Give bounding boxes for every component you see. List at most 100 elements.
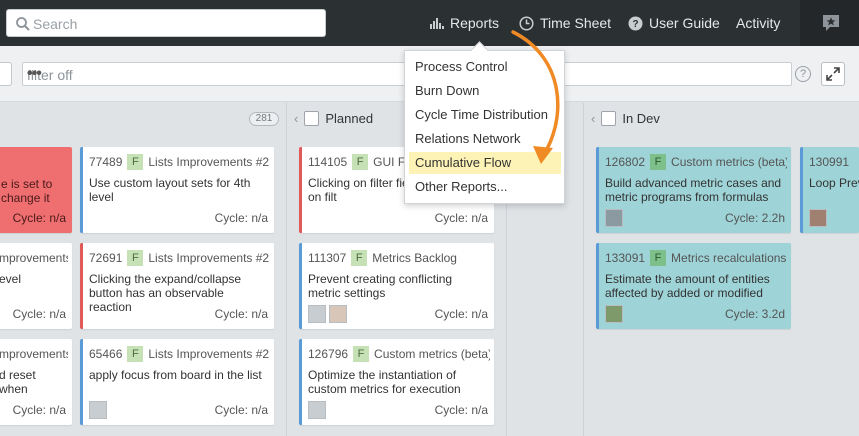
card-id: 130991	[809, 155, 850, 169]
column-select-checkbox[interactable]	[601, 110, 617, 126]
feature-badge: F	[352, 154, 369, 170]
card[interactable]: 133091 F Metrics recalculations i Estima…	[596, 243, 791, 329]
card-feature: Lists Improvements #2 (	[148, 347, 270, 361]
card-header: 72691 F Lists Improvements #2 (	[89, 250, 270, 266]
card-id: 114105	[308, 155, 348, 169]
column-header-indev[interactable]: ‹ In Dev	[591, 103, 660, 133]
avatar	[809, 209, 827, 227]
feature-badge: F	[650, 250, 667, 266]
avatar	[605, 209, 623, 227]
card-id: 133091	[605, 251, 646, 265]
star-chat-icon	[823, 15, 839, 31]
annotation-arrow-icon	[511, 30, 560, 164]
nav-reports[interactable]: Reports	[430, 14, 499, 32]
card-cycle: Cycle: n/a	[214, 211, 268, 225]
search-icon	[16, 17, 30, 31]
chevron-left-icon[interactable]: ‹	[294, 111, 298, 126]
card-header: 77489 F Lists Improvements #2 (	[89, 154, 270, 170]
card-header: mprovements #2 (	[0, 346, 68, 362]
feature-badge: F	[650, 154, 667, 170]
card-title: Optimize the instantiation of custom met…	[308, 368, 461, 396]
column-select-checkbox[interactable]	[304, 110, 320, 126]
card-feature: Lists Improvements #2 (	[148, 251, 270, 265]
card-feature: Metrics Backlog	[372, 251, 457, 265]
card-title: d reset when	[0, 368, 36, 396]
card[interactable]: 126802 F Custom metrics (beta) Build adv…	[596, 147, 791, 233]
card-cycle: Cycle: n/a	[12, 307, 66, 321]
column-title: Planned	[325, 110, 374, 126]
bar-chart-icon	[430, 18, 444, 29]
card[interactable]: 111307 F Metrics Backlog Prevent creatin…	[299, 243, 494, 329]
avatar	[329, 305, 347, 323]
card[interactable]: 65466 F Lists Improvements #2 ( apply fo…	[80, 339, 274, 425]
expand-icon	[826, 67, 840, 81]
card-header: 126796 F Custom metrics (beta)	[308, 346, 490, 362]
card-cycle: Cycle: 2.2h	[724, 211, 785, 225]
card[interactable]: 126796 F Custom metrics (beta) Optimize …	[299, 339, 494, 425]
card-feature: Metrics recalculations i	[671, 251, 787, 265]
nav-activity-label: Activity	[736, 15, 781, 31]
card[interactable]: 72691 F Lists Improvements #2 ( Clicking…	[80, 243, 274, 329]
card-header: 65466 F Lists Improvements #2 (	[89, 346, 270, 362]
card-header: 126802 F Custom metrics (beta)	[605, 154, 787, 170]
card-feature: Lists Improvements #2 (	[148, 155, 270, 169]
card-cycle: Cycle: n/a	[12, 211, 66, 225]
card-cycle: Cycle: 3.2d	[724, 307, 785, 321]
card[interactable]: 77489 F Lists Improvements #2 ( Use cust…	[80, 147, 274, 233]
notifications-button[interactable]	[800, 0, 859, 46]
card-feature: mprovements #2 (	[0, 347, 68, 361]
card-cycle: Cycle: n/a	[12, 403, 66, 417]
card[interactable]: mprovements #2 ( evel Cycle: n/a	[0, 243, 72, 329]
nav-userguide[interactable]: ? User Guide	[628, 14, 720, 32]
card-id: 72691	[89, 251, 123, 265]
avatar	[89, 401, 107, 419]
search-box[interactable]	[6, 9, 326, 37]
card-feature: GUI Fi	[373, 155, 408, 169]
chevron-left-icon[interactable]: ‹	[591, 111, 595, 126]
fullscreen-button[interactable]	[821, 62, 845, 86]
column-header-planned[interactable]: ‹ Planned	[294, 103, 373, 133]
card-title: evel	[0, 272, 22, 286]
card-id: 126802	[605, 155, 646, 169]
feature-badge: F	[127, 154, 144, 170]
feature-badge: F	[353, 346, 370, 362]
feature-badge: F	[351, 250, 368, 266]
feature-badge: F	[127, 250, 144, 266]
card-cycle: Cycle: n/a	[214, 403, 268, 417]
column-title: In Dev	[622, 110, 660, 126]
card-cycle: Cycle: n/a	[434, 211, 488, 225]
nav-userguide-label: User Guide	[649, 15, 720, 31]
menu-item-other-reports[interactable]: Other Reports...	[409, 176, 561, 198]
column-divider	[286, 103, 287, 436]
help-circle-icon: ?	[628, 16, 643, 30]
card-id: 111307	[308, 251, 347, 265]
avatar	[308, 305, 326, 323]
card-id: 126796	[308, 347, 349, 361]
card-cycle: Cycle: n/a	[214, 307, 268, 321]
card-header: 133091 F Metrics recalculations i	[605, 250, 787, 266]
card-cycle: Cycle: n/a	[434, 403, 488, 417]
card-feature: Custom metrics (beta)	[671, 155, 787, 169]
top-bar: Reports Time Sheet ? User Guide Activity	[0, 0, 859, 46]
card[interactable]: e is set to change it Cycle: n/a	[0, 147, 72, 233]
card[interactable]: mprovements #2 ( d reset when Cycle: n/a	[0, 339, 72, 425]
avatar	[605, 305, 623, 323]
avatar	[308, 401, 326, 419]
card-header: 130991	[809, 154, 855, 170]
column-count-badge: 281	[249, 112, 279, 126]
card-header: mprovements #2 (	[0, 250, 68, 266]
nav-activity[interactable]: Activity	[736, 14, 780, 32]
card-title: Prevent creating conflicting metric sett…	[308, 272, 453, 300]
card-feature: Custom metrics (beta)	[374, 347, 490, 361]
feature-badge: F	[127, 346, 144, 362]
card-cycle: Cycle: n/a	[434, 307, 488, 321]
nav-reports-label: Reports	[450, 15, 500, 31]
filter-help-icon[interactable]: ?	[795, 66, 811, 82]
card-header: 111307 F Metrics Backlog	[308, 250, 490, 266]
left-toggle-button[interactable]	[0, 62, 12, 86]
card-title: Use custom layout sets for 4th level	[89, 176, 251, 204]
svg-text:?: ?	[632, 19, 638, 30]
search-input[interactable]	[33, 14, 319, 34]
card[interactable]: 130991 Loop Prev	[800, 147, 859, 233]
card-feature: mprovements #2 (	[0, 251, 68, 265]
